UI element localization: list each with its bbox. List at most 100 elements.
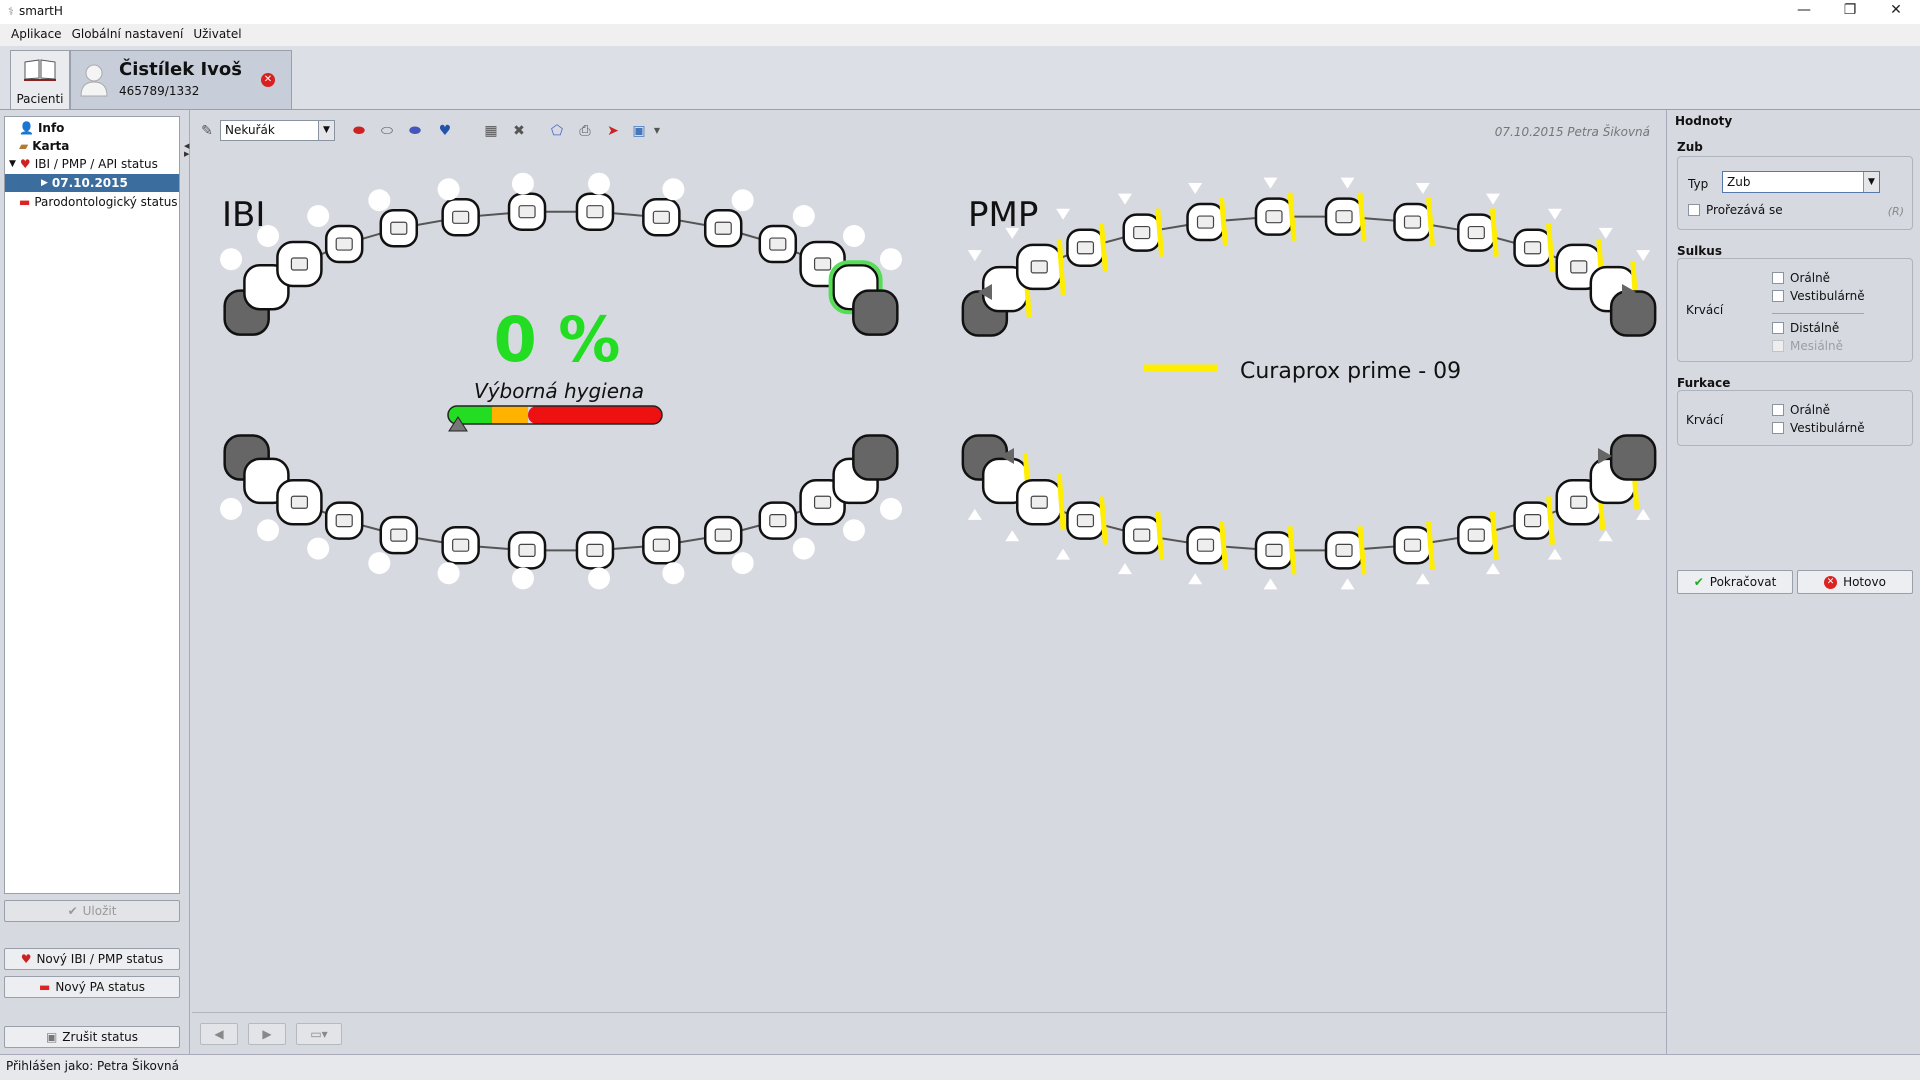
brace-red-icon[interactable]: ⬬	[350, 122, 368, 140]
eraser-icon[interactable]: ⬠	[548, 122, 566, 140]
export-dropdown-icon[interactable]: ▼	[648, 122, 666, 140]
tooth[interactable]	[852, 289, 899, 336]
pmp-site-marker[interactable]	[1486, 563, 1501, 575]
pmp-site-marker[interactable]	[1340, 177, 1355, 189]
pmp-site-marker[interactable]	[1005, 530, 1020, 542]
tree-item-date[interactable]: ▶ 07.10.2015	[5, 174, 179, 192]
checkbox-box[interactable]	[1772, 272, 1784, 284]
measurement-point[interactable]	[731, 552, 754, 575]
clear-tool-icon[interactable]: ✖	[510, 122, 528, 140]
pmp-site-marker[interactable]	[1188, 183, 1203, 195]
measurement-point[interactable]	[511, 567, 534, 590]
checkbox-box[interactable]	[1772, 404, 1784, 416]
print-icon[interactable]: ⎙	[576, 122, 594, 140]
pmp-site-marker[interactable]	[1598, 227, 1613, 239]
export-icon[interactable]: ▣	[630, 122, 648, 140]
measurement-point[interactable]	[257, 519, 280, 542]
checkbox-box[interactable]	[1772, 340, 1784, 352]
measurement-point[interactable]	[731, 189, 754, 212]
tree-item-parodontologicky[interactable]: ▬ Parodontologický status	[19, 193, 178, 211]
menu-globalni-nastaveni[interactable]: Globální nastavení	[67, 24, 189, 46]
pmp-site-marker[interactable]	[1636, 250, 1651, 262]
menu-uzivatel[interactable]: Uživatel	[188, 24, 246, 46]
measurement-point[interactable]	[842, 225, 865, 248]
pmp-site-marker[interactable]	[1056, 208, 1071, 220]
measurement-point[interactable]	[220, 248, 243, 271]
view-menu-button[interactable]: ▭▾	[296, 1023, 342, 1045]
checkbox-box[interactable]	[1772, 422, 1784, 434]
done-button[interactable]: ✕ Hotovo	[1797, 570, 1913, 594]
continue-button[interactable]: ✔ Pokračovat	[1677, 570, 1793, 594]
tab-patient[interactable]: Čistílek Ivoš 465789/1332 ✕	[70, 50, 292, 110]
pmp-site-marker[interactable]	[1263, 177, 1278, 189]
pmp-site-marker[interactable]	[1636, 508, 1651, 520]
pmp-site-marker[interactable]	[1117, 193, 1132, 205]
furkace-oralne-checkbox[interactable]: Orálně	[1772, 403, 1830, 417]
tab-pacienti[interactable]: Pacienti	[10, 50, 70, 110]
pmp-site-marker[interactable]	[1415, 573, 1430, 585]
brace-blue-icon[interactable]: ⬬	[406, 122, 424, 140]
tree-item-karta[interactable]: ▰ Karta	[19, 137, 69, 155]
typ-select[interactable]: Zub ▼	[1722, 171, 1880, 193]
measurement-point[interactable]	[879, 248, 902, 271]
pmp-site-marker[interactable]	[1056, 548, 1071, 560]
new-pa-button[interactable]: ▬ Nový PA status	[4, 976, 180, 998]
grid-tool-icon[interactable]: ▦	[482, 122, 500, 140]
measurement-point[interactable]	[437, 562, 460, 585]
save-button[interactable]: ✔ Uložit	[4, 900, 180, 922]
new-ibi-pmp-button[interactable]: ♥ Nový IBI / PMP status	[4, 948, 180, 970]
brace-clear-icon[interactable]: ⬭	[378, 122, 396, 140]
sulkus-oralne-checkbox[interactable]: Orálně	[1772, 271, 1830, 285]
measurement-point[interactable]	[307, 205, 330, 228]
tree-item-ibi-status[interactable]: ▼ ♥ IBI / PMP / API status	[9, 155, 158, 173]
measurement-point[interactable]	[220, 497, 243, 520]
measurement-point[interactable]	[792, 537, 815, 560]
sulkus-mesialne-checkbox[interactable]: Mesiálně	[1772, 339, 1843, 353]
sulkus-distalne-checkbox[interactable]: Distálně	[1772, 321, 1839, 335]
checkbox-box[interactable]	[1688, 204, 1700, 216]
measurement-point[interactable]	[257, 225, 280, 248]
measurement-point[interactable]	[307, 537, 330, 560]
close-window-button[interactable]: ✕	[1876, 2, 1916, 18]
furkace-vestibularne-checkbox[interactable]: Vestibulárně	[1772, 421, 1865, 435]
tooth[interactable]	[1609, 434, 1657, 481]
panel-splitter[interactable]: ◀ ▶	[184, 110, 192, 1054]
next-button[interactable]: ▶	[248, 1023, 286, 1045]
checkbox-box[interactable]	[1772, 322, 1784, 334]
measurement-point[interactable]	[368, 189, 391, 212]
prorezava-checkbox[interactable]: Prořezává se	[1688, 203, 1783, 217]
measurement-point[interactable]	[842, 519, 865, 542]
tooth[interactable]	[852, 434, 899, 481]
menu-aplikace[interactable]: Aplikace	[6, 24, 67, 46]
measurement-point[interactable]	[879, 497, 902, 520]
pdf-icon[interactable]: ➤	[604, 122, 622, 140]
measurement-point[interactable]	[588, 567, 611, 590]
previous-button[interactable]: ◀	[200, 1023, 238, 1045]
tooth-tool-icon[interactable]: ♥	[436, 122, 454, 140]
restore-button[interactable]: ❐	[1830, 2, 1870, 18]
checkbox-box[interactable]	[1772, 290, 1784, 302]
pmp-site-marker[interactable]	[1263, 578, 1278, 590]
measurement-point[interactable]	[662, 562, 685, 585]
tooth[interactable]	[1609, 290, 1657, 337]
pmp-site-marker[interactable]	[1188, 573, 1203, 585]
pmp-site-marker[interactable]	[1598, 530, 1613, 542]
pmp-site-marker[interactable]	[1547, 208, 1562, 220]
pmp-site-marker[interactable]	[967, 508, 982, 520]
smoker-select[interactable]: Nekuřák ▼	[220, 120, 335, 141]
measurement-point[interactable]	[511, 172, 534, 195]
collapse-arrow-icon[interactable]: ◀ ▶	[184, 142, 189, 158]
tree-item-info[interactable]: 👤 Info	[19, 119, 64, 137]
measurement-point[interactable]	[588, 172, 611, 195]
pmp-site-marker[interactable]	[1547, 548, 1562, 560]
pmp-site-marker[interactable]	[1117, 563, 1132, 575]
pmp-site-marker[interactable]	[1486, 193, 1501, 205]
pmp-site-marker[interactable]	[967, 250, 982, 262]
measurement-point[interactable]	[662, 178, 685, 201]
minimize-button[interactable]: —	[1784, 2, 1824, 18]
measurement-point[interactable]	[368, 552, 391, 575]
sulkus-vestibularne-checkbox[interactable]: Vestibulárně	[1772, 289, 1865, 303]
measurement-point[interactable]	[437, 178, 460, 201]
measurement-point[interactable]	[792, 205, 815, 228]
cancel-status-button[interactable]: ▣ Zrušit status	[4, 1026, 180, 1048]
